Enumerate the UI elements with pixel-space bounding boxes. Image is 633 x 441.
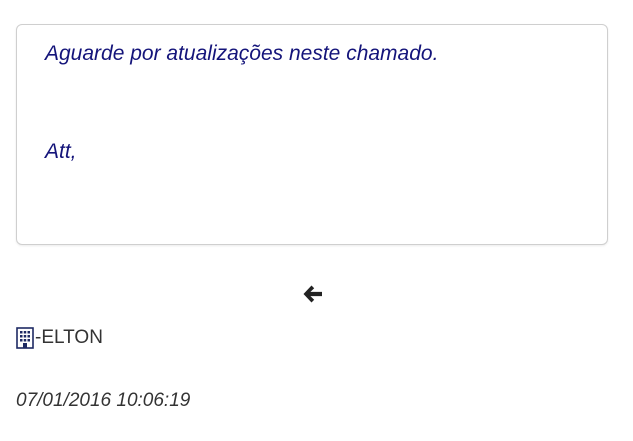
arrow-left-icon [303,285,322,303]
back-button[interactable] [301,283,325,305]
building-icon [16,327,34,349]
message-signoff: Att, [45,140,77,163]
author-row: -ELTON [16,326,103,350]
author-name: -ELTON [35,327,103,348]
message-timestamp: 07/01/2016 10:06:19 [16,390,191,411]
message-line: Aguarde por atualizações neste chamado. [45,42,439,65]
message-box: Aguarde por atualizações neste chamado. … [16,24,608,245]
